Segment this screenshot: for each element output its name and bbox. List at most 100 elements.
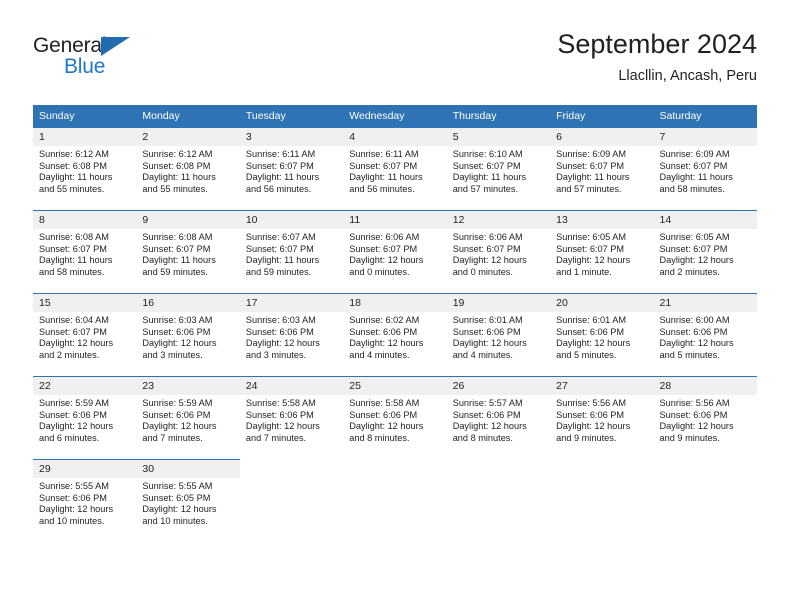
daylight-duration-line2: and 8 minutes. <box>349 432 410 443</box>
calendar-day[interactable]: 19 Sunrise: 6:01 AM Sunset: 6:06 PM Dayligh… <box>446 293 551 376</box>
daylight-duration-line2: and 4 minutes. <box>452 349 513 360</box>
sunset-time: Sunset: 6:07 PM <box>349 243 418 254</box>
day-number: 23 <box>136 377 240 395</box>
day-details <box>240 477 343 480</box>
calendar-day[interactable]: 22 Sunrise: 5:59 AM Sunset: 6:06 PM Dayligh… <box>33 376 137 459</box>
brand-name-blue: Blue <box>64 55 106 78</box>
calendar-day[interactable]: 5 Sunrise: 6:10 AM Sunset: 6:07 PM Daylight… <box>446 127 551 210</box>
brand-logo[interactable]: General Blue <box>33 34 153 84</box>
day-details: Sunrise: 6:11 AM Sunset: 6:07 PM Daylight:… <box>240 146 343 195</box>
day-number: 10 <box>239 211 344 229</box>
page-header: General Blue September 2024 Llacllin, An… <box>33 28 757 96</box>
calendar-day[interactable]: 23 Sunrise: 5:59 AM Sunset: 6:06 PM Dayligh… <box>136 376 240 459</box>
daylight-duration-line1: Daylight: 12 hours <box>659 421 734 432</box>
sunrise-time: Sunrise: 6:12 AM <box>39 149 109 159</box>
daylight-duration-line2: and 58 minutes. <box>659 183 725 194</box>
calendar-cell: 10 Sunrise: 6:07 AM Sunset: 6:07 PM Dayligh… <box>239 210 344 293</box>
calendar-day[interactable]: 9 Sunrise: 6:08 AM Sunset: 6:07 PM Daylight… <box>136 210 240 293</box>
day-number: 7 <box>653 128 757 146</box>
day-details: Sunrise: 6:06 AM Sunset: 6:07 PM Daylight:… <box>447 229 550 278</box>
calendar-day[interactable]: 27 Sunrise: 5:56 AM Sunset: 6:06 PM Dayligh… <box>550 376 654 459</box>
day-details: Sunrise: 6:06 AM Sunset: 6:07 PM Daylight:… <box>343 229 446 278</box>
calendar-day[interactable]: 24 Sunrise: 5:58 AM Sunset: 6:06 PM Dayligh… <box>239 376 344 459</box>
calendar-day[interactable]: 16 Sunrise: 6:03 AM Sunset: 6:06 PM Dayligh… <box>136 293 240 376</box>
calendar-day[interactable]: 30 Sunrise: 5:55 AM Sunset: 6:05 PM Dayligh… <box>136 459 240 542</box>
sunset-time: Sunset: 6:06 PM <box>659 326 728 337</box>
calendar-day[interactable]: 12 Sunrise: 6:06 AM Sunset: 6:07 PM Dayligh… <box>446 210 551 293</box>
calendar-day[interactable]: 29 Sunrise: 5:55 AM Sunset: 6:06 PM Dayligh… <box>33 459 137 542</box>
calendar-cell <box>343 459 447 542</box>
sunrise-time: Sunrise: 6:06 AM <box>349 232 420 242</box>
daylight-duration-line1: Daylight: 11 hours <box>659 172 733 183</box>
calendar-day[interactable]: 25 Sunrise: 5:58 AM Sunset: 6:06 PM Dayligh… <box>343 376 447 459</box>
calendar-day[interactable]: 13 Sunrise: 6:05 AM Sunset: 6:07 PM Dayligh… <box>550 210 654 293</box>
daylight-duration-line2: and 7 minutes. <box>245 432 307 443</box>
day-details: Sunrise: 5:55 AM Sunset: 6:06 PM Daylight:… <box>33 478 136 527</box>
daylight-duration-line2: and 4 minutes. <box>349 349 410 360</box>
calendar-day[interactable]: 1 Sunrise: 6:12 AM Sunset: 6:08 PM Daylight… <box>33 127 137 210</box>
weekday-header-monday: Monday <box>136 105 240 127</box>
sunset-time: Sunset: 6:06 PM <box>39 409 107 420</box>
sunrise-time: Sunrise: 6:01 AM <box>556 315 627 325</box>
calendar-day[interactable]: 15 Sunrise: 6:04 AM Sunset: 6:07 PM Dayligh… <box>33 293 137 376</box>
calendar-day[interactable]: 20 Sunrise: 6:01 AM Sunset: 6:06 PM Dayligh… <box>550 293 654 376</box>
calendar-day[interactable]: 28 Sunrise: 5:56 AM Sunset: 6:06 PM Dayligh… <box>653 376 757 459</box>
calendar-cell: 13 Sunrise: 6:05 AM Sunset: 6:07 PM Dayligh… <box>550 210 654 293</box>
daylight-duration-line1: Daylight: 12 hours <box>659 255 734 266</box>
calendar-cell: 26 Sunrise: 5:57 AM Sunset: 6:06 PM Dayligh… <box>446 376 551 459</box>
day-number: 6 <box>550 128 654 146</box>
sunrise-time: Sunrise: 6:11 AM <box>245 149 316 159</box>
calendar-day[interactable]: 8 Sunrise: 6:08 AM Sunset: 6:07 PM Daylight… <box>33 210 137 293</box>
daylight-duration-line1: Daylight: 11 hours <box>142 172 216 183</box>
daylight-duration-line1: Daylight: 12 hours <box>556 338 631 349</box>
day-details: Sunrise: 6:11 AM Sunset: 6:07 PM Daylight:… <box>343 146 446 195</box>
calendar-day[interactable]: 18 Sunrise: 6:02 AM Sunset: 6:06 PM Dayligh… <box>343 293 447 376</box>
day-details: Sunrise: 5:58 AM Sunset: 6:06 PM Daylight:… <box>343 395 446 444</box>
sunset-time: Sunset: 6:06 PM <box>39 492 107 503</box>
day-details: Sunrise: 6:08 AM Sunset: 6:07 PM Daylight:… <box>136 229 239 278</box>
day-number: 25 <box>343 377 447 395</box>
daylight-duration-line2: and 57 minutes. <box>452 183 519 194</box>
sunset-time: Sunset: 6:07 PM <box>245 243 314 254</box>
daylight-duration-line1: Daylight: 11 hours <box>142 255 216 266</box>
calendar-cell: 23 Sunrise: 5:59 AM Sunset: 6:06 PM Dayligh… <box>136 376 240 459</box>
day-number: 27 <box>550 377 654 395</box>
calendar-cell <box>653 459 757 542</box>
daylight-duration-line2: and 0 minutes. <box>349 266 410 277</box>
calendar-day-empty <box>550 459 654 542</box>
sunrise-time: Sunrise: 6:10 AM <box>452 149 523 159</box>
day-number: 3 <box>239 128 344 146</box>
calendar-day[interactable]: 26 Sunrise: 5:57 AM Sunset: 6:06 PM Dayligh… <box>446 376 551 459</box>
calendar-day[interactable]: 17 Sunrise: 6:03 AM Sunset: 6:06 PM Dayligh… <box>239 293 344 376</box>
calendar-day[interactable]: 14 Sunrise: 6:05 AM Sunset: 6:07 PM Dayligh… <box>653 210 757 293</box>
calendar-day[interactable]: 7 Sunrise: 6:09 AM Sunset: 6:07 PM Daylight… <box>653 127 757 210</box>
calendar-table: Sunday Monday Tuesday Wednesday Thursday… <box>33 105 757 542</box>
sunset-time: Sunset: 6:07 PM <box>556 243 625 254</box>
sunset-time: Sunset: 6:06 PM <box>556 409 625 420</box>
daylight-duration-line2: and 55 minutes. <box>39 183 105 194</box>
daylight-duration-line1: Daylight: 11 hours <box>245 172 320 183</box>
calendar-day[interactable]: 3 Sunrise: 6:11 AM Sunset: 6:07 PM Daylight… <box>239 127 344 210</box>
day-details <box>654 477 757 480</box>
day-number: 11 <box>343 211 447 229</box>
calendar-day-empty <box>239 459 344 542</box>
calendar-body: 1 Sunrise: 6:12 AM Sunset: 6:08 PM Daylight… <box>33 127 757 542</box>
calendar-week-row: 15 Sunrise: 6:04 AM Sunset: 6:07 PM Dayligh… <box>33 293 757 376</box>
daylight-duration-line2: and 6 minutes. <box>39 432 100 443</box>
day-number: 18 <box>343 294 447 312</box>
day-details: Sunrise: 5:57 AM Sunset: 6:06 PM Daylight:… <box>447 395 550 444</box>
page-title: September 2024 <box>557 29 757 59</box>
calendar-day[interactable]: 11 Sunrise: 6:06 AM Sunset: 6:07 PM Dayligh… <box>343 210 447 293</box>
daylight-duration-line2: and 8 minutes. <box>452 432 513 443</box>
calendar-cell: 6 Sunrise: 6:09 AM Sunset: 6:07 PM Daylight… <box>550 127 654 210</box>
day-details: Sunrise: 6:03 AM Sunset: 6:06 PM Daylight:… <box>240 312 343 361</box>
daylight-duration-line2: and 56 minutes. <box>245 183 312 194</box>
day-details: Sunrise: 6:04 AM Sunset: 6:07 PM Daylight:… <box>33 312 136 361</box>
calendar-cell <box>239 459 344 542</box>
calendar-day[interactable]: 10 Sunrise: 6:07 AM Sunset: 6:07 PM Dayligh… <box>239 210 344 293</box>
calendar-day[interactable]: 6 Sunrise: 6:09 AM Sunset: 6:07 PM Daylight… <box>550 127 654 210</box>
calendar-day[interactable]: 2 Sunrise: 6:12 AM Sunset: 6:08 PM Daylight… <box>136 127 240 210</box>
calendar-day[interactable]: 4 Sunrise: 6:11 AM Sunset: 6:07 PM Daylight… <box>343 127 447 210</box>
sunrise-time: Sunrise: 6:11 AM <box>349 149 419 159</box>
calendar-day[interactable]: 21 Sunrise: 6:00 AM Sunset: 6:06 PM Dayligh… <box>653 293 757 376</box>
